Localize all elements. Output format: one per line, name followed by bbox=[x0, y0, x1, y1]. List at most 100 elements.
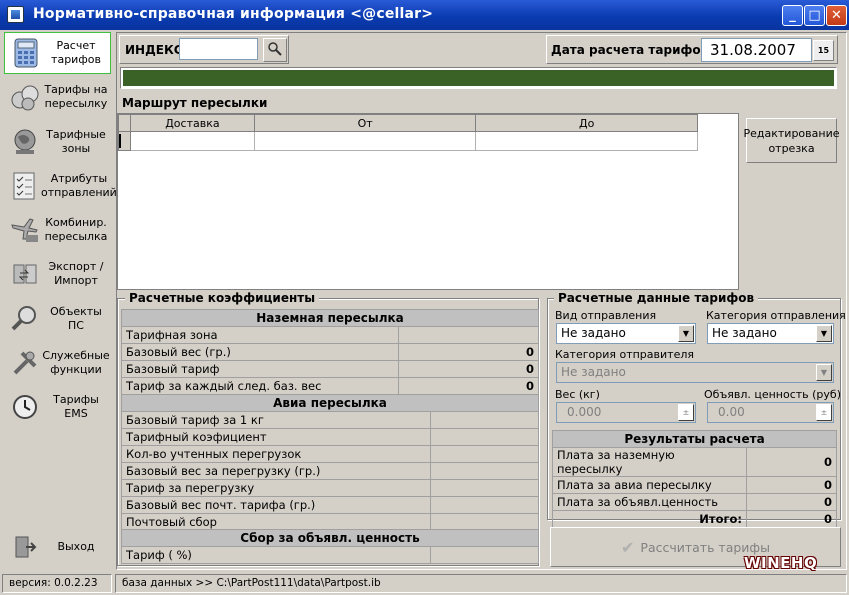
table-row[interactable] bbox=[118, 131, 698, 151]
row-value bbox=[430, 546, 539, 564]
chevron-down-icon[interactable]: ▼ bbox=[678, 325, 694, 342]
declared-value-label: Объявл. ценность (руб) bbox=[704, 388, 842, 401]
shipment-type-select[interactable]: Не задано ▼ bbox=[556, 323, 696, 344]
total-label: Итого: bbox=[552, 510, 747, 528]
sidebar-item-tariff-calculation[interactable]: Расчет тарифов bbox=[4, 32, 111, 74]
row-label: Базовый вес за перегрузку (гр.) bbox=[121, 462, 431, 480]
sender-category-label: Категория отправителя bbox=[555, 348, 694, 361]
shipment-category-label: Категория отправления bbox=[706, 309, 846, 322]
row-label: Тарифная зона bbox=[121, 326, 399, 344]
winehq-watermark: WINEHQ bbox=[744, 554, 818, 572]
table-row: Базовый вес почт. тарифа (гр.) bbox=[121, 496, 539, 514]
index-search-button[interactable] bbox=[263, 38, 287, 62]
row-value: 0 bbox=[398, 377, 539, 395]
sidebar-item-service-functions[interactable]: Служебные функции bbox=[4, 342, 111, 384]
column-header-delivery[interactable]: Доставка bbox=[129, 114, 255, 132]
window-title: Нормативно-справочная информация <@cella… bbox=[33, 6, 434, 22]
exit-button[interactable]: Выход bbox=[4, 526, 111, 568]
cell-to[interactable] bbox=[475, 131, 698, 151]
table-row: Тарифная зона bbox=[121, 326, 539, 344]
version-status: версия: 0.0.2.23 bbox=[2, 574, 112, 593]
index-label: ИНДЕКС bbox=[125, 43, 183, 57]
exit-door-icon bbox=[9, 531, 41, 563]
sender-category-value: Не задано bbox=[561, 365, 626, 379]
results-header: Результаты расчета bbox=[552, 430, 837, 448]
sidebar-item-label: Служебные функции bbox=[42, 349, 110, 376]
column-header-from[interactable]: От bbox=[253, 114, 477, 132]
coefficients-ground-table: Наземная пересылка Тарифная зона Базовый… bbox=[121, 309, 539, 395]
row-label: Базовый тариф bbox=[121, 360, 399, 378]
database-status: база данных >> C:\PartPost111\data\Partp… bbox=[115, 574, 847, 593]
declared-value-field[interactable]: 0.00 ± bbox=[707, 402, 834, 423]
row-value bbox=[430, 479, 539, 497]
table-row: Базовый вес (гр.) 0 bbox=[121, 343, 539, 361]
sidebar-item-combined-shipping[interactable]: Комбинир. пересылка bbox=[4, 209, 111, 251]
column-header-to[interactable]: До bbox=[475, 114, 698, 132]
date-label: Дата расчета тарифов bbox=[551, 43, 709, 57]
calculator-small-icon[interactable]: ± bbox=[816, 404, 832, 421]
sidebar-item-label: Атрибуты отправлений bbox=[41, 172, 117, 199]
index-input[interactable] bbox=[179, 38, 258, 60]
chevron-down-icon[interactable]: ▼ bbox=[816, 364, 832, 381]
date-field[interactable]: 31.08.2007 bbox=[701, 38, 812, 62]
route-title: Маршрут пересылки bbox=[122, 96, 268, 110]
table-row: Плата за авиа пересылку 0 bbox=[552, 476, 837, 494]
results-table: Результаты расчета Плата за наземную пер… bbox=[552, 430, 837, 528]
table-row: Базовый вес за перегрузку (гр.) bbox=[121, 462, 539, 480]
magnifier-icon bbox=[9, 303, 41, 335]
row-indicator bbox=[118, 131, 131, 151]
cell-delivery[interactable] bbox=[129, 131, 255, 151]
coefficients-legend: Расчетные коэффициенты bbox=[125, 291, 320, 305]
table-row: Плата за объявл.ценность 0 bbox=[552, 493, 837, 511]
sidebar-item-postal-objects[interactable]: Объекты ПС bbox=[4, 298, 111, 340]
row-label: Базовый тариф за 1 кг bbox=[121, 411, 431, 429]
exit-label: Выход bbox=[57, 540, 95, 553]
sidebar-item-tariff-zones[interactable]: Тарифные зоны bbox=[4, 121, 111, 163]
chevron-down-icon[interactable]: ▼ bbox=[816, 325, 832, 342]
globe-icon bbox=[9, 126, 41, 158]
table-row: Тариф ( %) bbox=[121, 546, 539, 564]
table-row: Базовый тариф 0 bbox=[121, 360, 539, 378]
table-row: Тариф за каждый след. баз. вес 0 bbox=[121, 377, 539, 395]
edit-segment-button[interactable]: Редактирование отрезка bbox=[744, 118, 840, 163]
sidebar-item-label: Комбинир. пересылка bbox=[44, 216, 108, 243]
row-value bbox=[430, 428, 539, 446]
table-row: Плата за наземную пересылку 0 bbox=[552, 447, 837, 477]
row-label: Тариф за каждый след. баз. вес bbox=[121, 377, 399, 395]
row-label: Плата за авиа пересылку bbox=[552, 476, 747, 494]
coefficients-declared-table: Сбор за объявл. ценность Тариф ( %) bbox=[121, 529, 539, 564]
calculate-tariffs-label: Рассчитать тарифы bbox=[640, 539, 770, 555]
row-value bbox=[430, 462, 539, 480]
row-label: Плата за наземную пересылку bbox=[552, 447, 747, 477]
row-value bbox=[398, 326, 539, 344]
row-label: Тариф за перегрузку bbox=[121, 479, 431, 497]
table-row: Тарифный коэфициент bbox=[121, 428, 539, 446]
progress-bar bbox=[120, 67, 837, 89]
shipment-category-value: Не задано bbox=[712, 326, 777, 340]
sidebar-item-shipping-tariffs[interactable]: Тарифы на пересылку bbox=[4, 76, 111, 118]
sidebar-item-shipment-attributes[interactable]: Атрибуты отправлений bbox=[4, 165, 117, 207]
route-grid: Доставка От До bbox=[117, 113, 739, 290]
close-button[interactable]: ✕ bbox=[826, 5, 847, 26]
row-value: 0 bbox=[398, 343, 539, 361]
sidebar-item-label: Тарифы EMS bbox=[53, 393, 99, 420]
weight-field[interactable]: 0.000 ± bbox=[556, 402, 696, 423]
minimize-button[interactable]: _ bbox=[782, 5, 803, 26]
sidebar-item-ems-tariffs[interactable]: Тарифы EMS bbox=[4, 386, 111, 428]
sender-category-select[interactable]: Не задано ▼ bbox=[556, 362, 834, 383]
sidebar-item-export-import[interactable]: Экспорт / Импорт bbox=[4, 253, 111, 295]
declared-value-value: 0.00 bbox=[718, 405, 745, 419]
row-label: Почтовый сбор bbox=[121, 513, 431, 531]
maximize-button[interactable]: □ bbox=[804, 5, 825, 26]
cell-from[interactable] bbox=[253, 131, 477, 151]
table-row: Тариф за перегрузку bbox=[121, 479, 539, 497]
row-label: Тарифный коэфициент bbox=[121, 428, 431, 446]
sidebar: Расчет тарифов Тарифы на пересылку Тариф… bbox=[2, 30, 117, 572]
row-label: Базовый вес почт. тарифа (гр.) bbox=[121, 496, 431, 514]
total-value: 0 bbox=[746, 510, 837, 528]
calendar-icon[interactable]: 15 bbox=[813, 40, 834, 61]
row-value bbox=[430, 411, 539, 429]
shipment-category-select[interactable]: Не задано ▼ bbox=[707, 323, 834, 344]
plane-truck-icon bbox=[9, 214, 41, 246]
calculator-small-icon[interactable]: ± bbox=[678, 404, 694, 421]
